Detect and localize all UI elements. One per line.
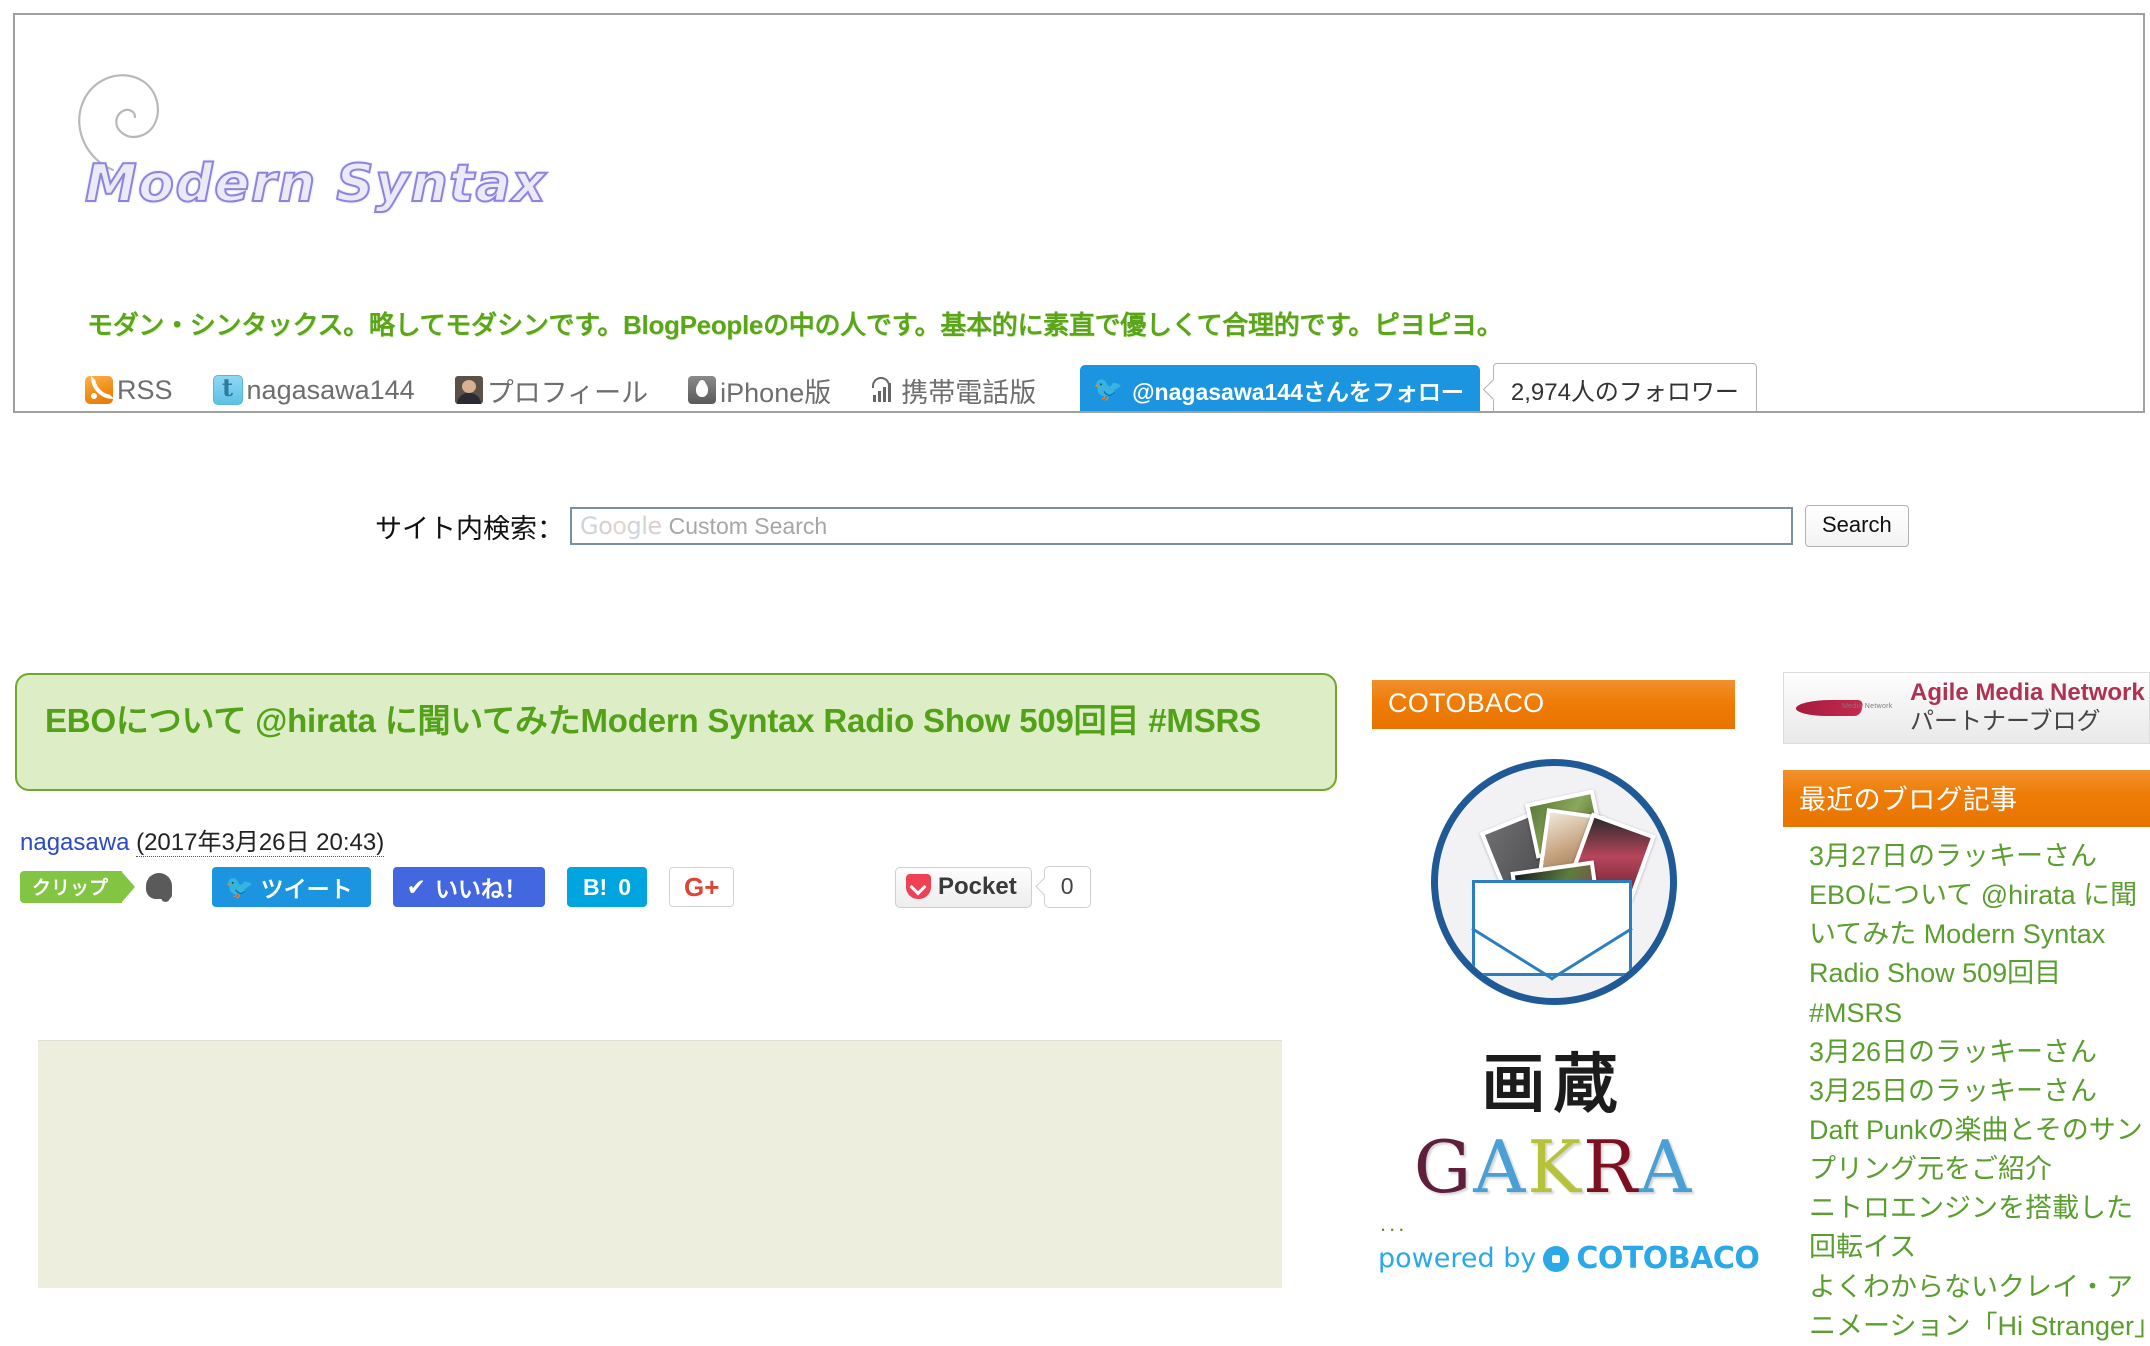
like-button-label: いいね！ — [434, 876, 527, 902]
search-placeholder: Google Custom Search — [580, 512, 827, 540]
evernote-clip-button[interactable]: クリップ — [20, 871, 176, 903]
recent-post-item[interactable]: よくわからないクレイ・アニメーション「Hi Stranger」 — [1809, 1268, 2150, 1346]
profile-photo-icon — [454, 376, 483, 404]
recent-posts-list: 3月27日のラッキーさん EBOについて @hirata に聞いてみた Mode… — [1783, 837, 2150, 1346]
hatena-count: 0 — [618, 873, 632, 900]
hatena-logo-icon: B! — [582, 873, 608, 900]
rss-icon — [85, 376, 114, 404]
pocket-count-badge[interactable]: 0 — [1043, 866, 1091, 908]
twitter-icon — [212, 373, 243, 405]
nav-label-rss: RSS — [117, 374, 173, 405]
google-logo-icon: Google — [580, 512, 662, 540]
recent-post-item[interactable]: EBOについて @hirata に聞いてみた Modern Syntax Rad… — [1809, 876, 2150, 1033]
powered-by-label: powered by — [1378, 1243, 1537, 1274]
cotobaco-brand-label: COTOBACO — [1576, 1241, 1760, 1276]
cotobaco-widget-body[interactable]: 画蔵 GAKRA ... powered by COTOBACO — [1372, 729, 1760, 1276]
amn-banner-line2: パートナーブログ — [1910, 708, 2101, 735]
entry-date: (2017年3月26日 20:43) — [136, 829, 385, 857]
site-search: サイト内検索： Google Custom Search Search — [375, 505, 1909, 547]
gakra-letter-g: G — [1413, 1125, 1474, 1209]
agile-media-network-banner[interactable]: Media Network Agile Media Network パートナーブ… — [1783, 672, 2150, 744]
mobile-signal-icon — [871, 376, 897, 404]
nav-item-iphone[interactable]: iPhone版 — [688, 371, 831, 410]
nav-label-mobile: 携帯電話版 — [901, 377, 1037, 408]
recent-post-item[interactable]: 3月27日のラッキーさん — [1809, 837, 2150, 876]
amn-banner-text: Agile Media Network パートナーブログ — [1910, 679, 2145, 737]
gakra-letter-r: R — [1583, 1125, 1640, 1209]
recent-posts-widget: 最近のブログ記事 3月27日のラッキーさん EBOについて @hirata に聞… — [1783, 770, 2150, 1346]
right-sidebar: Media Network Agile Media Network パートナーブ… — [1783, 672, 2150, 1346]
cotobaco-widget-header: COTOBACO — [1372, 680, 1735, 729]
follower-count-badge[interactable]: 2,974人のフォロワー — [1492, 363, 1757, 411]
google-plus-button[interactable]: G+ — [669, 867, 735, 907]
entry-title-box[interactable]: EBOについて @hirata に聞いてみたModern Syntax Radi… — [15, 673, 1337, 791]
share-buttons: クリップ 🐦 ツイート ✔ いいね！ B! 0 G+ — [20, 865, 735, 909]
gakra-kanji-logo: 画蔵 — [1481, 1048, 1626, 1122]
amn-logo-caption: Media Network — [1842, 703, 1893, 710]
entry-body-placeholder — [38, 1040, 1282, 1288]
cotobaco-widget: COTOBACO 画蔵 GAKRA ... powered by COTOBAC… — [1372, 680, 1760, 1276]
hatena-bookmark-button[interactable]: B! 0 — [566, 867, 648, 907]
twitter-bird-icon: 🐦 — [1093, 375, 1124, 403]
amn-banner-line1: Agile Media Network — [1910, 679, 2145, 707]
check-icon: ✔ — [406, 873, 426, 900]
page-title: EBOについて @hirata に聞いてみたModern Syntax Radi… — [45, 702, 1261, 739]
pocket-icon — [906, 874, 931, 899]
recent-posts-header: 最近のブログ記事 — [1783, 770, 2150, 827]
search-label: サイト内検索： — [375, 513, 564, 544]
recent-post-item[interactable]: 3月26日のラッキーさん — [1809, 1033, 2150, 1072]
gakra-letter-a1: A — [1473, 1125, 1528, 1209]
amn-logo-icon: Media Network — [1796, 691, 1900, 725]
gakra-letter-k: K — [1527, 1125, 1584, 1209]
gakra-envelope-image — [1430, 759, 1677, 1005]
recent-post-item[interactable]: Daft Punkの楽曲とそのサンプリング元をご紹介 — [1809, 1111, 2150, 1189]
nav-label-profile: プロフィール — [486, 377, 649, 408]
google-plus-icon: G+ — [684, 871, 720, 902]
nav-label-iphone: iPhone版 — [720, 377, 832, 408]
facebook-like-button[interactable]: ✔ いいね！ — [392, 867, 545, 907]
twitter-bird-icon: 🐦 — [225, 873, 254, 900]
tweet-button-label: ツイート — [260, 876, 353, 902]
follow-button-label: @nagasawa144さんをフォロー — [1132, 378, 1464, 405]
header-nav: RSS nagasawa144 プロフィール iPhone版 携帯電話版 🐦 @… — [85, 363, 1757, 411]
gakra-wordmark: GAKRA — [1372, 1131, 1735, 1203]
nav-item-mobile[interactable]: 携帯電話版 — [871, 371, 1036, 410]
nav-item-rss[interactable]: RSS — [85, 375, 173, 406]
powered-by-cotobaco[interactable]: powered by COTOBACO — [1372, 1241, 1760, 1276]
twitter-follow-button[interactable]: 🐦 @nagasawa144さんをフォロー — [1080, 364, 1480, 411]
pocket-button[interactable]: Pocket — [895, 866, 1032, 908]
gakra-letter-a2: A — [1639, 1125, 1694, 1209]
site-header: Modern Syntax モダン・シンタックス。略してモダシンです。BlogP… — [13, 13, 2145, 413]
gakra-dots: ... — [1380, 1211, 1408, 1236]
nav-label-twitter: nagasawa144 — [246, 374, 415, 405]
recent-post-item[interactable]: 3月25日のラッキーさん — [1809, 1072, 2150, 1111]
cotobaco-mark-icon — [1543, 1245, 1570, 1272]
envelope-icon — [1471, 880, 1632, 976]
evernote-elephant-icon — [146, 871, 176, 903]
search-placeholder-text: Custom Search — [668, 513, 828, 539]
search-button[interactable]: Search — [1805, 505, 1909, 547]
tweet-button[interactable]: 🐦 ツイート — [212, 867, 371, 907]
search-input[interactable]: Google Custom Search — [570, 507, 1793, 545]
nav-item-twitter[interactable]: nagasawa144 — [212, 373, 415, 406]
entry-author-link[interactable]: nagasawa — [20, 829, 129, 856]
evernote-clip-label: クリップ — [20, 871, 136, 903]
nav-item-profile[interactable]: プロフィール — [454, 371, 649, 410]
apple-icon — [688, 376, 717, 404]
pocket-button-label: Pocket — [938, 872, 1017, 900]
entry-meta: nagasawa (2017年3月26日 20:43) — [20, 822, 385, 857]
site-logo[interactable]: Modern Syntax — [43, 31, 603, 231]
site-tagline: モダン・シンタックス。略してモダシンです。BlogPeopleの中の人です。基本… — [87, 310, 1503, 340]
site-title: Modern Syntax — [84, 153, 548, 215]
recent-post-item[interactable]: ニトロエンジンを搭載した回転イス — [1809, 1189, 2150, 1267]
pocket-share-group: Pocket 0 — [895, 866, 1091, 908]
